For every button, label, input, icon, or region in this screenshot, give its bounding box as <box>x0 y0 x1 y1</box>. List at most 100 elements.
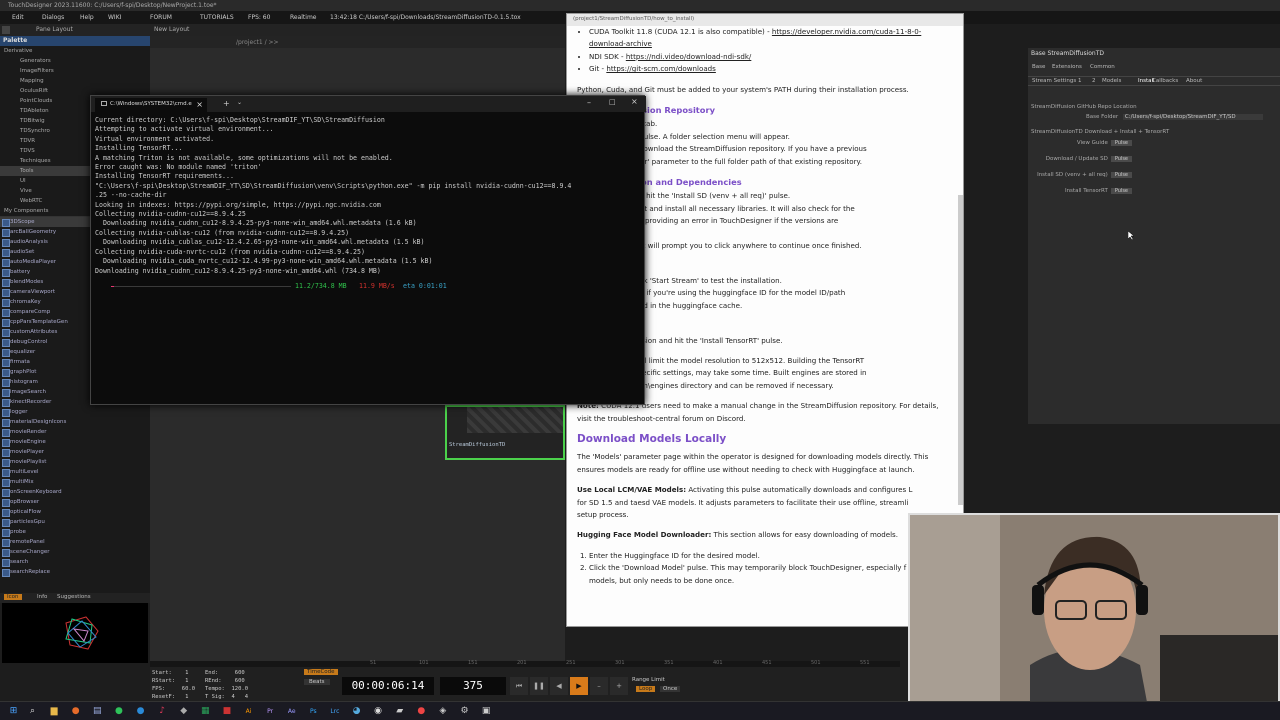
menu-item-1[interactable]: Dialogs <box>42 14 64 21</box>
whatsapp-icon[interactable]: ● <box>113 706 124 717</box>
menu-item-7[interactable]: Realtime <box>290 14 317 21</box>
close-window-icon[interactable]: × <box>631 97 638 106</box>
menu-item-5[interactable]: TUTORIALS <box>200 14 234 21</box>
preview-tab[interactable]: Suggestions <box>54 594 94 600</box>
search-icon[interactable]: ⌕ <box>27 706 38 717</box>
play-icon[interactable]: ▶ <box>570 677 588 695</box>
menu-item-8[interactable]: 13:42:18 C:/Users/f-spi/Downloads/Stream… <box>330 14 521 21</box>
component-item[interactable]: sceneChanger <box>0 547 150 557</box>
aftereffects-icon[interactable]: Ae <box>286 706 297 717</box>
component-item[interactable]: moviePlaylist <box>0 457 150 467</box>
terminal-icon[interactable]: ▣ <box>481 706 492 717</box>
loop-toggle[interactable]: Loop <box>636 686 656 692</box>
component-item[interactable]: search <box>0 557 150 567</box>
close-tab-icon[interactable]: × <box>196 100 203 109</box>
pane-layout-label[interactable]: Pane Layout <box>36 26 73 33</box>
add-icon[interactable]: + <box>610 677 628 695</box>
param-tab[interactable]: Stream Settings 1 <box>1032 78 1081 84</box>
windows-start-icon[interactable]: ⊞ <box>8 706 19 717</box>
illustrator-icon[interactable]: Ai <box>243 706 254 717</box>
palette-tree-item[interactable]: ImageFilters <box>0 66 150 76</box>
timecode-toggle[interactable]: TimeCode <box>304 669 338 675</box>
premiere-icon[interactable]: Pr <box>265 706 276 717</box>
palette-tree-item[interactable]: Generators <box>0 56 150 66</box>
settings-icon[interactable]: ⚙ <box>459 706 470 717</box>
menu-item-2[interactable]: Help <box>80 14 94 21</box>
menu-item-0[interactable]: Edit <box>12 14 24 21</box>
edge-icon[interactable]: ● <box>135 706 146 717</box>
step-forward-icon[interactable]: – <box>590 677 608 695</box>
doc-bold: Hugging Face Model Downloader: <box>577 530 712 540</box>
param-tab[interactable]: About <box>1186 78 1202 84</box>
menu-item-6[interactable]: FPS: 60 <box>248 14 270 21</box>
component-item[interactable]: moviePlayer <box>0 447 150 457</box>
base-folder-field[interactable]: C:/Users/f-spi/Desktop/StreamDIF_YT/SD <box>1122 114 1263 120</box>
preview-tab[interactable]: Icon <box>4 594 22 600</box>
timecode-display[interactable]: 00:00:06:14 <box>342 677 434 695</box>
component-item[interactable]: multiLevel <box>0 467 150 477</box>
once-toggle[interactable]: Once <box>660 686 681 692</box>
pulse-button[interactable]: Pulse <box>1110 140 1132 146</box>
maximize-icon[interactable]: □ <box>609 98 616 106</box>
component-item[interactable]: multiMix <box>0 477 150 487</box>
tdapp-icon[interactable]: ◈ <box>437 706 448 717</box>
doc-scrollbar[interactable] <box>958 195 963 505</box>
touchdesigner-icon[interactable]: ◆ <box>178 706 189 717</box>
folder-icon[interactable]: ▆ <box>49 706 60 717</box>
param-tab[interactable]: 2 <box>1092 78 1096 84</box>
frame-display[interactable]: 375 <box>440 677 506 695</box>
streamdiffusion-node[interactable]: StreamDiffusionTD <box>445 405 565 460</box>
component-item[interactable]: probe <box>0 527 150 537</box>
component-item[interactable]: searchReplace <box>0 567 150 577</box>
step-back-icon[interactable]: ◀ <box>550 677 568 695</box>
photoshop-icon[interactable]: Ps <box>308 706 319 717</box>
preview-tab[interactable]: Info <box>34 594 50 600</box>
pause-icon[interactable]: ❚❚ <box>530 677 548 695</box>
new-layout-label[interactable]: New Layout <box>154 26 189 33</box>
component-item[interactable]: remotePanel <box>0 537 150 547</box>
param-label: Install TensorRT <box>1064 188 1108 194</box>
chevron-down-icon[interactable]: ⌄ <box>237 99 242 106</box>
pulse-button[interactable]: Pulse <box>1110 188 1132 194</box>
palette-tree-item[interactable]: Mapping <box>0 76 150 86</box>
firefox-icon[interactable]: ● <box>70 706 81 717</box>
param-tab[interactable]: Common <box>1090 64 1115 70</box>
component-item[interactable]: opticalFlow <box>0 507 150 517</box>
component-item[interactable]: movieRender <box>0 427 150 437</box>
param-tab[interactable]: Models <box>1102 78 1121 84</box>
palette-tree-item[interactable]: Derivative <box>0 46 150 56</box>
component-item[interactable]: opBrowser <box>0 497 150 507</box>
component-item[interactable]: materialDesignIcons <box>0 417 150 427</box>
param-tab[interactable]: Callbacks <box>1152 78 1178 84</box>
doc-bold: Use Local LCM/VAE Models: <box>577 485 687 495</box>
menu-item-4[interactable]: FORUM <box>150 14 172 21</box>
terminal-tab[interactable]: C:\Windows\SYSTEM32\cmd.e × <box>95 98 207 112</box>
pulse-button[interactable]: Pulse <box>1110 156 1132 162</box>
obs-icon[interactable]: ◉ <box>373 706 384 717</box>
photos-icon[interactable]: ◕ <box>351 706 362 717</box>
component-item[interactable]: onScreenKeyboard <box>0 487 150 497</box>
beats-toggle[interactable]: Beats <box>304 679 330 685</box>
component-item[interactable]: particlesGpu <box>0 517 150 527</box>
palette-icon[interactable] <box>2 26 10 34</box>
lightroom-icon[interactable]: Lrc <box>329 706 340 717</box>
menu-item-3[interactable]: WIKI <box>108 14 121 21</box>
param-tab[interactable]: Base <box>1032 64 1045 70</box>
terminal-output[interactable]: Current directory: C:\Users\f-spi\Deskto… <box>95 116 640 276</box>
sheets-icon[interactable]: ▦ <box>200 706 211 717</box>
pulse-button[interactable]: Pulse <box>1110 172 1132 178</box>
component-item[interactable]: movieEngine <box>0 437 150 447</box>
component-item[interactable]: logger <box>0 407 150 417</box>
files-icon[interactable]: ▤ <box>92 706 103 717</box>
param-tab[interactable]: Extensions <box>1052 64 1082 70</box>
minimize-icon[interactable]: – <box>587 98 591 107</box>
presenter-video <box>910 515 1278 718</box>
music-icon[interactable]: ♪ <box>157 706 168 717</box>
doc-link[interactable]: https://git-scm.com/downloads <box>606 64 716 73</box>
rewind-icon[interactable]: ⏮ <box>510 677 528 695</box>
chrome-icon[interactable]: ● <box>416 706 427 717</box>
new-tab-icon[interactable]: + <box>223 99 230 108</box>
app-red-icon[interactable]: ■ <box>221 706 232 717</box>
doc-link[interactable]: https://ndi.video/download-ndi-sdk/ <box>626 52 752 61</box>
steam-icon[interactable]: ▰ <box>394 706 405 717</box>
